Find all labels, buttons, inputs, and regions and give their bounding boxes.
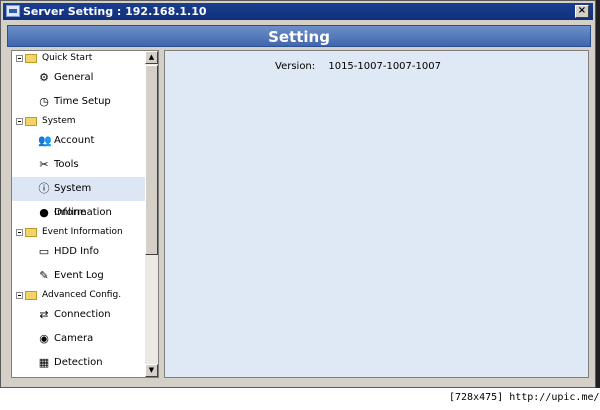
item-label: Online bbox=[54, 207, 87, 218]
item-label: Time Setup bbox=[54, 96, 111, 107]
window-title: Server Setting : 192.168.1.10 bbox=[23, 5, 207, 18]
category-label: Advanced Config. bbox=[42, 290, 122, 300]
network-icon: ⇄ bbox=[39, 308, 49, 321]
category-label: System bbox=[42, 116, 76, 126]
category-label: Quick Start bbox=[42, 53, 93, 63]
item-label: HDD Info bbox=[54, 246, 100, 257]
tree-item[interactable]: 👥 Account bbox=[12, 129, 146, 153]
hdd-icon: ▭ bbox=[38, 245, 50, 258]
settings-tree: Quick Start ⚙ General ◷ Time Setup System 👥 Acc… bbox=[11, 50, 159, 378]
app-icon bbox=[6, 5, 20, 17]
gear-icon: ⚙ bbox=[39, 71, 49, 84]
item-label: Connection bbox=[54, 309, 111, 320]
tree-category[interactable]: Quick Start bbox=[12, 51, 146, 66]
tree-item[interactable]: ⇄ Connection bbox=[12, 303, 146, 327]
tree-item[interactable]: ◉ Camera bbox=[12, 327, 146, 351]
server-setting-window: Server Setting : 192.168.1.10 × Setting … bbox=[0, 0, 596, 388]
setting-banner: Setting bbox=[7, 25, 591, 47]
scroll-up-button[interactable]: ▲ bbox=[145, 51, 158, 64]
tree-list: Quick Start ⚙ General ◷ Time Setup System 👥 Acc… bbox=[12, 51, 146, 375]
tree-scrollbar[interactable]: ▲ ▼ bbox=[145, 51, 158, 377]
folder-icon bbox=[25, 291, 37, 300]
category-label: Event Information bbox=[42, 227, 123, 237]
version-label: Version: bbox=[275, 61, 316, 72]
window-edge bbox=[596, 0, 600, 388]
tools-icon: ✂ bbox=[39, 158, 49, 171]
title-bar: Server Setting : 192.168.1.10 × bbox=[3, 3, 593, 20]
collapse-icon[interactable] bbox=[16, 292, 23, 299]
tree-item[interactable]: ⚙ General bbox=[12, 66, 146, 90]
version-row: Version: 1015-1007-1007-1007 bbox=[275, 61, 441, 72]
user-icon: ● bbox=[39, 206, 49, 219]
item-label: Tools bbox=[54, 159, 79, 170]
grid-icon: ▦ bbox=[38, 356, 50, 369]
folder-icon bbox=[25, 54, 37, 63]
log-icon: ✎ bbox=[39, 269, 49, 282]
image-footer: [728x475] http://upic.me/ bbox=[449, 392, 600, 403]
item-label: Event Log bbox=[54, 270, 104, 281]
clock-icon: ◷ bbox=[39, 95, 49, 108]
scroll-down-button[interactable]: ▼ bbox=[145, 364, 158, 377]
collapse-icon[interactable] bbox=[16, 118, 23, 125]
tree-category[interactable]: System bbox=[12, 114, 146, 129]
item-label: Account bbox=[54, 135, 95, 146]
collapse-icon[interactable] bbox=[16, 229, 23, 236]
tree-item[interactable]: ● Online bbox=[12, 201, 146, 225]
item-label: Detection bbox=[54, 357, 103, 368]
tree-category[interactable]: Event Information bbox=[12, 225, 146, 240]
users-icon: 👥 bbox=[38, 134, 52, 147]
close-button[interactable]: × bbox=[575, 5, 589, 18]
scroll-thumb[interactable] bbox=[145, 65, 158, 255]
camera-icon: ◉ bbox=[39, 332, 49, 345]
collapse-icon[interactable] bbox=[16, 55, 23, 62]
content-panel: Version: 1015-1007-1007-1007 bbox=[164, 50, 589, 378]
version-value: 1015-1007-1007-1007 bbox=[328, 61, 441, 72]
info-icon: ⓘ bbox=[38, 182, 50, 195]
folder-icon bbox=[25, 228, 37, 237]
item-label: General bbox=[54, 72, 94, 83]
tree-item[interactable]: ◷ Time Setup bbox=[12, 90, 146, 114]
item-label: Camera bbox=[54, 333, 94, 344]
tree-item[interactable]: ▦ Detection bbox=[12, 351, 146, 375]
tree-item[interactable]: ✂ Tools bbox=[12, 153, 146, 177]
tree-item[interactable]: ▭ HDD Info bbox=[12, 240, 146, 264]
tree-item[interactable]: ⓘ System Information bbox=[12, 177, 146, 218]
folder-icon bbox=[25, 117, 37, 126]
tree-category[interactable]: Advanced Config. bbox=[12, 288, 146, 303]
tree-item[interactable]: ✎ Event Log bbox=[12, 264, 146, 288]
